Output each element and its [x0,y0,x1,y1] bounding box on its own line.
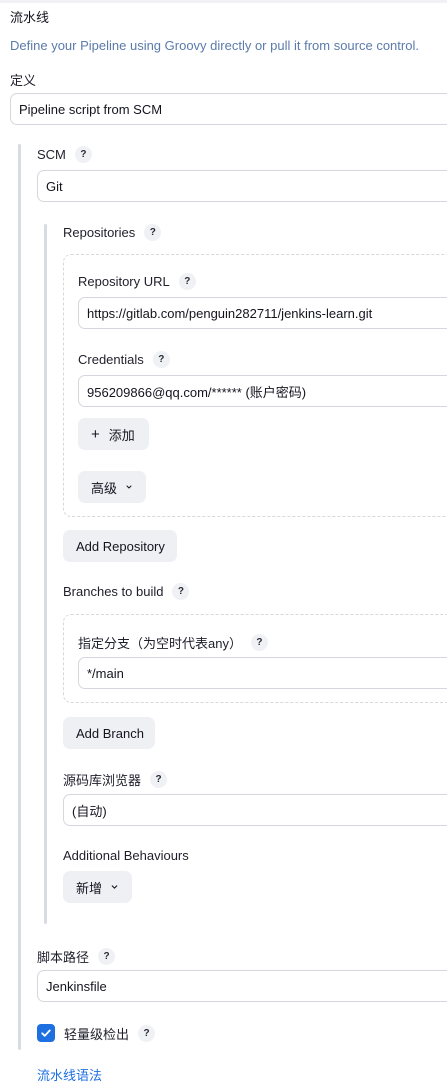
add-credential-button[interactable]: + 添加 [78,418,149,450]
top-divider [0,0,447,3]
branches-label-text: Branches to build [63,584,164,599]
scm-select[interactable]: Git [37,170,447,202]
add-branch-label: Add Branch [76,725,144,741]
repo-browser-value: (自动) [72,803,107,819]
check-icon [41,1029,51,1037]
chevron-down-icon [111,885,118,889]
repo-browser-label: 源码库浏览器 ? [63,770,168,789]
definition-label-text: 定义 [10,73,37,88]
credentials-select[interactable]: 956209866@qq.com/****** (账户密码) [78,375,447,407]
lightweight-checkout-label: 轻量级检出 ? [64,1024,156,1043]
repo-browser-label-text: 源码库浏览器 [63,773,142,788]
repo-browser-select[interactable]: (自动) [63,794,447,826]
plus-icon: + [91,425,100,443]
pipeline-syntax-link[interactable]: 流水线语法 [37,1065,102,1084]
scm-select-value: Git [46,178,63,194]
branch-specifier-label-text: 指定分支（为空时代表any） [78,636,242,651]
definition-label: 定义 [10,70,36,89]
add-repository-label: Add Repository [76,538,165,554]
add-behaviour-label: 新增 [76,880,103,896]
scm-label-text: SCM [37,147,66,162]
repo-url-help-icon[interactable]: ? [178,273,196,290]
repo-url-label: Repository URL ? [78,273,196,290]
branches-label: Branches to build ? [63,583,190,600]
lightweight-checkout-help-icon[interactable]: ? [138,1025,156,1042]
pipeline-config-page: 流水线 Define your Pipeline using Groovy di… [0,0,447,1090]
add-behaviour-button[interactable]: 新增 [63,871,132,903]
repositories-label: Repositories ? [63,224,162,241]
add-branch-button[interactable]: Add Branch [63,717,155,749]
scm-help-icon[interactable]: ? [74,146,92,163]
branch-specifier-value: */main [87,665,124,681]
add-repository-button[interactable]: Add Repository [63,530,177,562]
credentials-label: Credentials ? [78,351,170,368]
script-path-label: 脚本路径 ? [37,947,116,966]
script-path-value: Jenkinsfile [46,978,107,994]
definition-select[interactable]: Pipeline script from SCM [10,93,447,125]
script-path-help-icon[interactable]: ? [98,948,116,965]
credentials-help-icon[interactable]: ? [152,351,170,368]
branch-specifier-label: 指定分支（为空时代表any） ? [78,633,268,652]
credentials-label-text: Credentials [78,352,144,367]
branch-specifier-help-icon[interactable]: ? [250,634,268,651]
lightweight-checkout-label-text: 轻量级检出 [64,1027,130,1042]
repositories-label-text: Repositories [63,225,136,240]
repo-url-value: https://gitlab.com/penguin282711/jenkins… [87,305,373,321]
add-credential-label: 添加 [108,427,135,443]
additional-behaviours-label: Additional Behaviours [63,848,189,863]
repo-browser-help-icon[interactable]: ? [150,771,168,788]
repo-url-label-text: Repository URL [78,274,170,289]
script-path-input[interactable]: Jenkinsfile [37,970,447,1002]
branch-specifier-input[interactable]: */main [78,657,447,689]
git-section-guide [44,224,47,924]
branches-help-icon[interactable]: ? [172,583,190,600]
scm-label: SCM ? [37,146,92,163]
additional-behaviours-label-text: Additional Behaviours [63,848,189,863]
advanced-button[interactable]: 高级 [78,471,146,503]
repo-url-input[interactable]: https://gitlab.com/penguin282711/jenkins… [78,297,447,329]
advanced-label: 高级 [91,480,118,496]
section-title: 流水线 [10,10,50,25]
credentials-value: 956209866@qq.com/****** (账户密码) [87,384,307,400]
section-description: Define your Pipeline using Groovy direct… [10,38,419,53]
chevron-down-icon [126,485,132,489]
definition-select-value: Pipeline script from SCM [19,101,163,117]
lightweight-checkout-checkbox[interactable] [37,1024,55,1042]
definition-section-guide [18,144,21,1050]
repositories-help-icon[interactable]: ? [144,224,162,241]
script-path-label-text: 脚本路径 [37,950,90,965]
